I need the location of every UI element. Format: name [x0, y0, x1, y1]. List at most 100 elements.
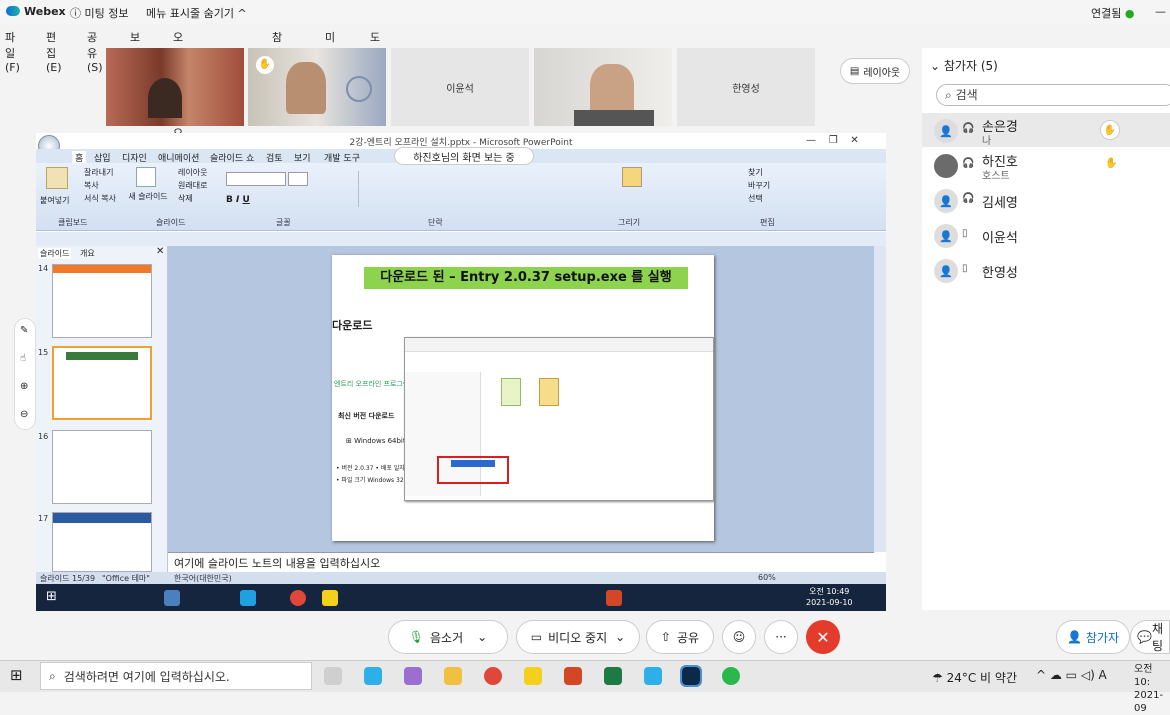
file-icon [501, 378, 521, 406]
paragraph-group[interactable] [358, 171, 448, 207]
slide-thumbnail[interactable] [52, 512, 152, 572]
participant-row[interactable]: 🎧 하진호 호스트 ✋ [922, 148, 1170, 182]
video-tile-1[interactable] [106, 48, 244, 126]
chevron-down-icon: ⌄ [930, 59, 941, 73]
chat-icon: 💬 [1137, 630, 1152, 644]
zoom-in-icon[interactable]: ⊕ [20, 381, 28, 392]
participant-row[interactable]: 👤 🎧 김세영 [922, 183, 1170, 217]
menu-edit[interactable]: 편집(E) [46, 29, 62, 74]
panel-title[interactable]: ⌄ 참가자 (5) [930, 57, 998, 74]
slide-thumbnail[interactable] [52, 264, 152, 338]
pen-icon[interactable]: ✎ [20, 325, 28, 336]
font-name-select[interactable] [226, 172, 286, 186]
video-tile-5[interactable]: 한영성 [677, 48, 815, 126]
folder-icon[interactable] [444, 667, 462, 685]
inner-clock: 오전 10:49 2021-09-10 [806, 587, 853, 607]
shapes-gallery[interactable] [532, 167, 614, 207]
person-face [590, 64, 634, 116]
current-slide[interactable]: 다운로드 된 – Entry 2.0.37 setup.exe 를 실행 다운로… [332, 255, 714, 541]
headset-icon: 🎧 [962, 123, 975, 134]
menu-share[interactable]: 공유(S) [87, 29, 103, 74]
notes-pane[interactable]: 여기에 슬라이드 노트의 내용을 입력하십시오 [168, 552, 874, 572]
powerpoint-icon[interactable] [564, 667, 582, 685]
kakaotalk-icon[interactable] [524, 667, 542, 685]
mute-button[interactable]: 🎙 음소거 ⌄ [388, 620, 508, 654]
tab-slides[interactable]: 슬라이드 [38, 248, 72, 259]
layout-icon: ▤ [849, 65, 860, 77]
shared-windows-taskbar: ⊞ 오전 10:49 2021-09-10 [36, 584, 886, 611]
meeting-info-button[interactable]: ⓘ 미팅 정보 [70, 5, 128, 21]
task-view-icon[interactable] [324, 667, 342, 685]
chrome-icon [290, 590, 306, 606]
video-tile-2[interactable]: ✋ [248, 48, 386, 126]
ie-icon[interactable] [644, 667, 662, 685]
person-icon: 👤 [1066, 630, 1082, 644]
weather[interactable]: ☂ 24°C 비 약간 [932, 669, 1017, 686]
share-button[interactable]: ⇧ 공유 [646, 620, 714, 654]
webex-logo: Webex [6, 5, 66, 18]
participant-row[interactable]: 👤 ▯ 이윤석 [922, 218, 1170, 252]
slide-thumbnail-pane: 슬라이드 개요 ✕ 14 15 16 17 [36, 246, 168, 572]
slide-heading: 다운로드 된 – Entry 2.0.37 setup.exe 를 실행 [364, 267, 688, 289]
paint-icon[interactable] [404, 667, 422, 685]
pointer-icon[interactable]: ☝ [20, 353, 26, 364]
zoom-out-icon[interactable]: ⊖ [20, 409, 28, 420]
ie-icon[interactable] [364, 667, 382, 685]
fan-shape [346, 76, 372, 102]
menu-file[interactable]: 파일(F) [5, 29, 20, 74]
window-controls[interactable]: — ❐ ✕ [806, 135, 859, 146]
close-icon[interactable]: ✕ [156, 246, 164, 257]
participant-search-input[interactable]: ⌕ 검색 [936, 84, 1170, 106]
headset-icon: 🎧 [962, 158, 975, 169]
chrome-icon[interactable] [484, 667, 502, 685]
webex-taskbar-icon[interactable] [680, 665, 702, 687]
participants-button[interactable]: 👤 참가자 [1056, 620, 1130, 654]
file-icon [539, 378, 559, 406]
raise-hand-icon: ✋ [1105, 158, 1118, 169]
avatar: 👤 [934, 189, 958, 213]
new-slide-icon[interactable] [136, 167, 156, 187]
connection-dot-icon: ● [1124, 7, 1135, 20]
bold-icon[interactable]: B I U [226, 195, 250, 205]
reactions-button[interactable]: ☺ [722, 620, 756, 654]
search-icon: ⌕ [49, 668, 56, 683]
raise-hand-icon[interactable]: ✋ [1100, 120, 1120, 140]
filename-selection [451, 460, 495, 467]
arrange-icon[interactable] [622, 167, 642, 187]
microphone-icon: 🎙 [408, 630, 425, 644]
paste-icon[interactable] [46, 167, 68, 189]
zoom-level[interactable]: 60% [758, 573, 776, 582]
video-tile-4[interactable] [534, 48, 672, 126]
play-icon[interactable] [722, 667, 740, 685]
more-options-button[interactable]: ··· [764, 620, 798, 654]
vertical-scrollbar[interactable] [874, 246, 886, 552]
excel-icon[interactable] [604, 667, 622, 685]
chat-button[interactable]: 💬 채팅 [1130, 620, 1170, 654]
connection-status: 연결됨 ● [1091, 7, 1135, 20]
video-tile-3[interactable]: 이윤석 [391, 48, 529, 126]
windows-start-icon[interactable]: ⊞ [10, 666, 23, 684]
taskbar-search-input[interactable]: ⌕ 검색하려면 여기에 입력하십시오. [40, 662, 312, 690]
system-tray-icons[interactable]: ^ ☁ ▭ ◁) A [1036, 668, 1107, 682]
quick-access-toolbar[interactable] [36, 232, 886, 246]
font-size-select[interactable] [288, 172, 308, 186]
kakaotalk-icon [322, 590, 338, 606]
participant-row[interactable]: 👤 ▯ 한영성 [922, 253, 1170, 287]
participant-row[interactable]: 👤 🎧 손은경 나 ✋ [922, 113, 1170, 147]
slide-thumbnail-selected[interactable] [52, 346, 152, 420]
hide-menu-button[interactable]: 메뉴 표시줄 숨기기 ^ [146, 5, 247, 21]
smiley-icon: ☺ [732, 630, 746, 644]
stop-video-button[interactable]: ▭ 비디오 중지 ⌄ [516, 620, 640, 654]
chevron-down-icon: ⌄ [477, 630, 488, 644]
taskbar-clock[interactable]: 오전 10: 2021-09 [1134, 663, 1170, 715]
avatar: 👤 [934, 259, 958, 283]
leave-meeting-button[interactable]: ✕ [806, 620, 840, 654]
layout-button[interactable]: ▤ 레이아웃 [840, 58, 910, 84]
search-icon: ⌕ [945, 88, 952, 102]
file-dialog-screenshot [404, 337, 714, 501]
app-icon [164, 590, 180, 606]
slide-thumbnail[interactable] [52, 430, 152, 504]
phone-icon: ▯ [962, 263, 968, 274]
minimize-button[interactable]: — [1155, 5, 1166, 18]
tab-outline[interactable]: 개요 [80, 248, 95, 259]
